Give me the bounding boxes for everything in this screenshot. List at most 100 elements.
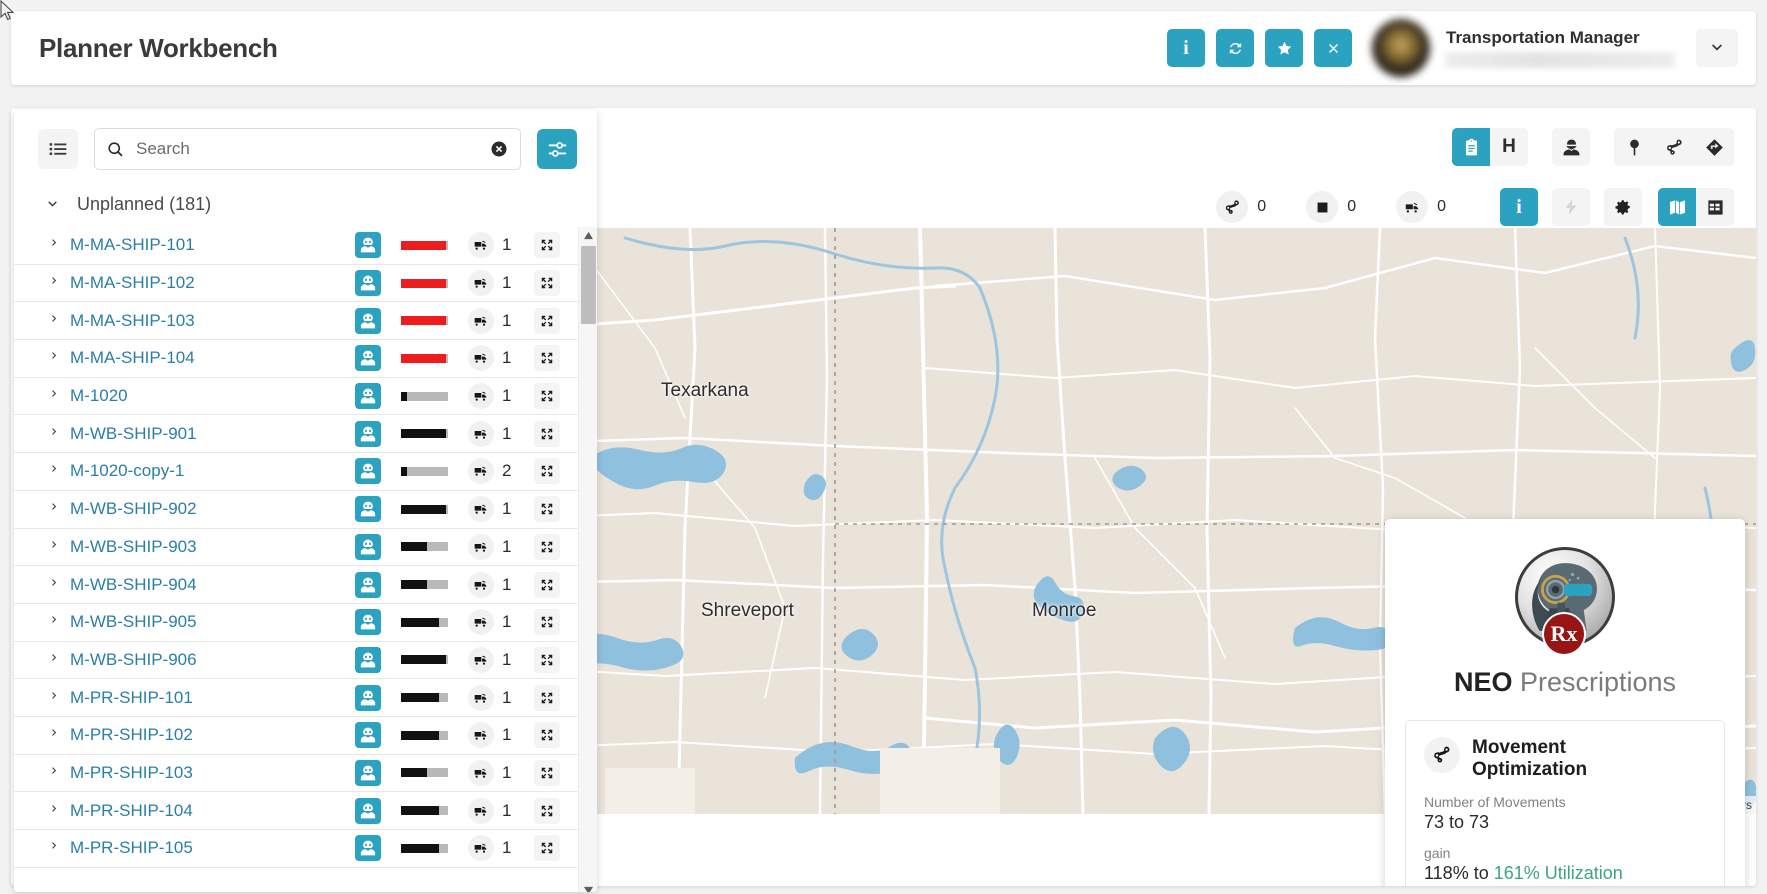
shipment-id-link[interactable]: M-PR-SHIP-105 — [70, 838, 355, 858]
expand-row-chevron[interactable] — [48, 576, 70, 594]
expand-shipment-button[interactable] — [534, 421, 560, 447]
shipment-id-link[interactable]: M-WB-SHIP-903 — [70, 537, 355, 557]
expand-row-chevron[interactable] — [48, 500, 70, 518]
shipment-id-link[interactable]: M-WB-SHIP-901 — [70, 424, 355, 444]
chevron-right-icon — [48, 726, 61, 739]
shipment-id-link[interactable]: M-1020 — [70, 386, 355, 406]
table-row[interactable]: M-WB-SHIP-9061 — [14, 642, 578, 680]
table-row[interactable]: M-MA-SHIP-1041 — [14, 340, 578, 378]
expand-row-chevron[interactable] — [48, 425, 70, 443]
table-row[interactable]: M-PR-SHIP-1021 — [14, 717, 578, 755]
expand-row-chevron[interactable] — [48, 839, 70, 857]
shipment-id-link[interactable]: M-WB-SHIP-905 — [70, 612, 355, 632]
close-button[interactable] — [1314, 29, 1352, 67]
expand-row-chevron[interactable] — [48, 689, 70, 707]
expand-shipment-button[interactable] — [534, 722, 560, 748]
expand-row-chevron[interactable] — [48, 613, 70, 631]
scroll-down-button[interactable] — [579, 882, 597, 892]
shipment-id-link[interactable]: M-WB-SHIP-906 — [70, 650, 355, 670]
shipment-id-link[interactable]: M-MA-SHIP-101 — [70, 235, 355, 255]
expand-shipment-button[interactable] — [534, 458, 560, 484]
clear-search-button[interactable] — [490, 140, 508, 158]
user-menu-caret[interactable] — [1696, 29, 1738, 67]
expand-shipment-button[interactable] — [534, 647, 560, 673]
expand-row-chevron[interactable] — [48, 349, 70, 367]
table-row[interactable]: M-WB-SHIP-9051 — [14, 604, 578, 642]
table-row[interactable]: M-WB-SHIP-9021 — [14, 491, 578, 529]
scroll-up-button[interactable] — [579, 227, 597, 244]
shipment-id-link[interactable]: M-WB-SHIP-902 — [70, 499, 355, 519]
expand-row-chevron[interactable] — [48, 651, 70, 669]
shipment-id-link[interactable]: M-PR-SHIP-103 — [70, 763, 355, 783]
expand-shipment-button[interactable] — [534, 609, 560, 635]
expand-row-chevron[interactable] — [48, 462, 70, 480]
expand-row-chevron[interactable] — [48, 274, 70, 292]
shipment-id-link[interactable]: M-MA-SHIP-104 — [70, 348, 355, 368]
expand-shipment-button[interactable] — [534, 496, 560, 522]
shipment-id-link[interactable]: M-PR-SHIP-104 — [70, 801, 355, 821]
table-row[interactable]: M-MA-SHIP-1031 — [14, 302, 578, 340]
route-tool-button[interactable] — [1654, 128, 1694, 166]
refresh-button[interactable] — [1216, 29, 1254, 67]
favorite-button[interactable] — [1265, 29, 1303, 67]
expand-shipment-button[interactable] — [534, 572, 560, 598]
expand-shipment-button[interactable] — [534, 270, 560, 296]
expand-shipment-button[interactable] — [534, 308, 560, 334]
expand-row-chevron[interactable] — [48, 764, 70, 782]
directions-tool-button[interactable] — [1694, 128, 1734, 166]
group-header-unplanned[interactable]: Unplanned (181) — [14, 184, 597, 227]
optimize-button[interactable] — [1552, 188, 1590, 226]
expand-shipment-button[interactable] — [534, 760, 560, 786]
expand-row-chevron[interactable] — [48, 312, 70, 330]
header-action-buttons: i — [1167, 29, 1352, 67]
expand-shipment-button[interactable] — [534, 835, 560, 861]
driver-button[interactable] — [1552, 128, 1590, 166]
expand-row-chevron[interactable] — [48, 802, 70, 820]
settings-button[interactable] — [1604, 188, 1642, 226]
table-row[interactable]: M-PR-SHIP-1031 — [14, 755, 578, 793]
shipment-id-link[interactable]: M-1020-copy-1 — [70, 461, 355, 481]
expand-shipment-button[interactable] — [534, 798, 560, 824]
user-menu[interactable]: Transportation Manager — [1372, 19, 1756, 77]
table-row[interactable]: M-MA-SHIP-1021 — [14, 265, 578, 303]
shipment-id-link[interactable]: M-PR-SHIP-102 — [70, 725, 355, 745]
table-row[interactable]: M-MA-SHIP-1011 — [14, 227, 578, 265]
info-button[interactable]: i — [1167, 29, 1205, 67]
search-input[interactable] — [136, 139, 490, 159]
filter-button[interactable] — [537, 129, 577, 169]
expand-shipment-button[interactable] — [534, 383, 560, 409]
search-box[interactable] — [94, 128, 521, 170]
table-row[interactable]: M-WB-SHIP-9041 — [14, 566, 578, 604]
expand-row-chevron[interactable] — [48, 726, 70, 744]
map-view-button[interactable] — [1658, 188, 1696, 226]
info-toggle-button[interactable]: i — [1500, 188, 1538, 226]
expand-shipment-button[interactable] — [534, 685, 560, 711]
table-row[interactable]: M-PR-SHIP-1051 — [14, 830, 578, 868]
table-row[interactable]: M-10201 — [14, 378, 578, 416]
table-row[interactable]: M-1020-copy-12 — [14, 453, 578, 491]
table-row[interactable]: M-WB-SHIP-901 1 — [14, 415, 578, 453]
expand-row-chevron[interactable] — [48, 236, 70, 254]
pin-tool-button[interactable] — [1614, 128, 1654, 166]
table-row[interactable]: M-PR-SHIP-1011 — [14, 679, 578, 717]
scrollbar-thumb[interactable] — [581, 246, 596, 324]
clipboard-view-button[interactable] — [1452, 128, 1490, 166]
neo-prescription-card[interactable]: Movement Optimization Number of Movement… — [1405, 720, 1725, 886]
shipment-id-link[interactable]: M-MA-SHIP-103 — [70, 311, 355, 331]
table-view-button[interactable] — [1696, 188, 1734, 226]
progress-bar — [401, 844, 448, 853]
expand-row-chevron[interactable] — [48, 538, 70, 556]
shipment-id-link[interactable]: M-MA-SHIP-102 — [70, 273, 355, 293]
table-row[interactable]: M-PR-SHIP-1041 — [14, 792, 578, 830]
h-view-button[interactable]: H — [1490, 128, 1528, 166]
table-row[interactable]: M-WB-SHIP-9031 — [14, 529, 578, 567]
shipment-id-link[interactable]: M-PR-SHIP-101 — [70, 688, 355, 708]
expand-shipment-button[interactable] — [534, 345, 560, 371]
shipment-id-link[interactable]: M-WB-SHIP-904 — [70, 575, 355, 595]
expand-shipment-button[interactable] — [534, 534, 560, 560]
expand-row-chevron[interactable] — [48, 387, 70, 405]
list-scrollbar[interactable] — [578, 227, 597, 892]
expand-shipment-button[interactable] — [534, 232, 560, 258]
list-view-button[interactable] — [38, 129, 78, 169]
truck-count-value: 1 — [502, 424, 512, 444]
